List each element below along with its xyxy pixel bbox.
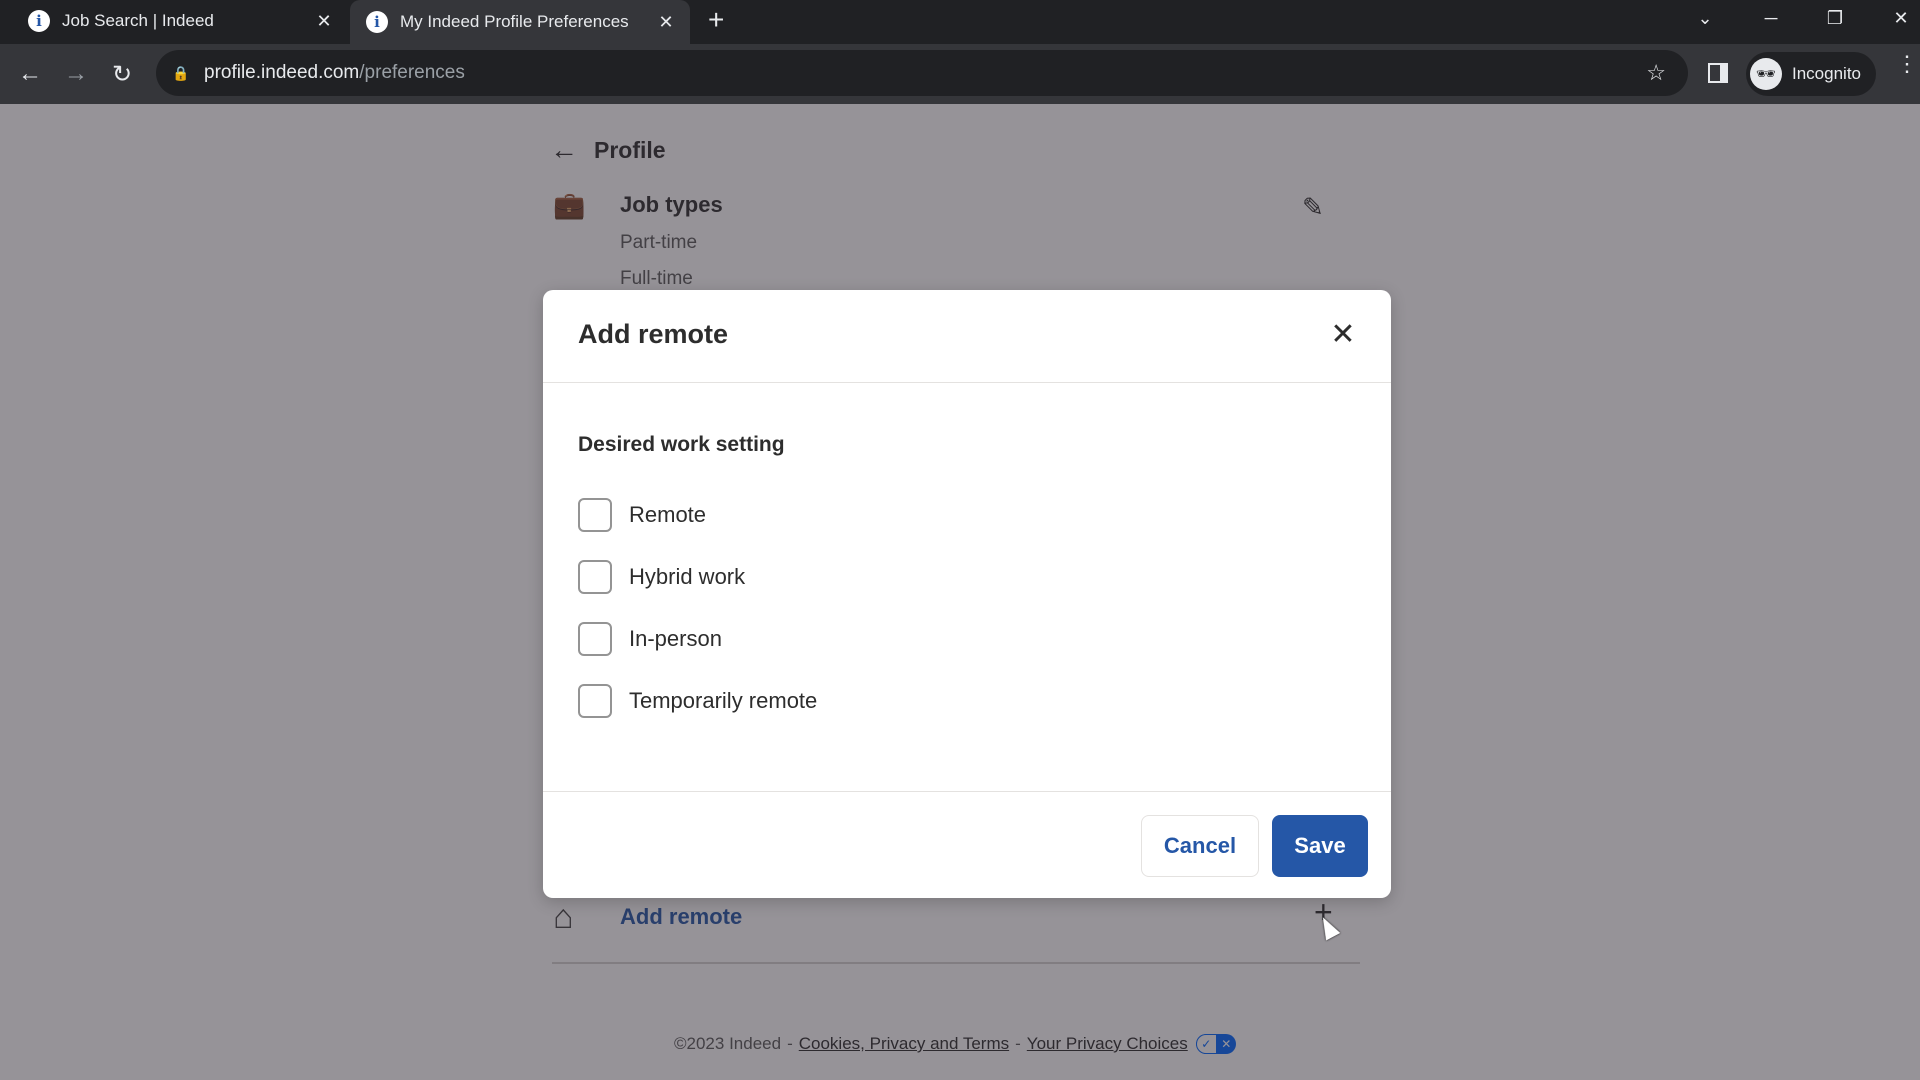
minimize-button[interactable]: ─ [1746, 0, 1796, 36]
incognito-label: Incognito [1792, 64, 1861, 83]
option-remote[interactable]: Remote [578, 498, 706, 532]
indeed-favicon-icon: i [28, 10, 50, 32]
tab-profile-preferences[interactable]: i My Indeed Profile Preferences ✕ [350, 0, 690, 44]
dialog-body: Desired work setting Remote Hybrid work … [543, 383, 1391, 792]
desired-work-setting-label: Desired work setting [578, 433, 785, 456]
browser-menu-icon[interactable]: ⋮ [1896, 53, 1918, 75]
remote-checkbox[interactable] [578, 498, 612, 532]
option-in-person[interactable]: In-person [578, 622, 722, 656]
option-hybrid-work[interactable]: Hybrid work [578, 560, 745, 594]
reload-button[interactable]: ↻ [106, 58, 138, 90]
browser-toolbar: ← → ↻ 🔒 profile.indeed.com/preferences ☆… [0, 44, 1920, 104]
add-remote-dialog: Add remote ✕ Desired work setting Remote… [543, 290, 1391, 898]
back-button[interactable]: ← [14, 58, 46, 90]
tab-search-icon[interactable]: ⌄ [1680, 0, 1730, 36]
option-label: Hybrid work [629, 564, 746, 589]
temporarily-remote-checkbox[interactable] [578, 684, 612, 718]
hybrid-work-checkbox[interactable] [578, 560, 612, 594]
url-path: /preferences [359, 62, 465, 83]
close-tab-icon[interactable]: ✕ [314, 11, 334, 32]
url-text[interactable]: profile.indeed.com/preferences [204, 62, 465, 84]
tab-title: My Indeed Profile Preferences [400, 12, 629, 31]
option-temporarily-remote[interactable]: Temporarily remote [578, 684, 817, 718]
in-person-checkbox[interactable] [578, 622, 612, 656]
forward-button[interactable]: → [60, 58, 92, 90]
bookmark-star-icon[interactable]: ☆ [1646, 60, 1666, 86]
dialog-footer: Cancel Save [543, 792, 1391, 897]
close-tab-icon[interactable]: ✕ [656, 12, 676, 33]
tab-title: Job Search | Indeed [62, 11, 214, 30]
incognito-icon: 🕶 [1750, 58, 1782, 90]
close-dialog-button[interactable]: ✕ [1325, 316, 1361, 352]
save-button[interactable]: Save [1272, 815, 1368, 877]
tab-job-search[interactable]: i Job Search | Indeed ✕ [0, 0, 348, 42]
restore-button[interactable]: ❐ [1810, 0, 1860, 36]
lock-icon[interactable]: 🔒 [172, 65, 194, 82]
tab-bar: i Job Search | Indeed ✕ i My Indeed Prof… [0, 0, 1920, 44]
incognito-profile-button[interactable]: 🕶 Incognito [1746, 52, 1876, 96]
dialog-title: Add remote [578, 319, 729, 349]
option-label: Temporarily remote [629, 688, 818, 713]
page: ← Profile 💼 Job types Part-time Full-tim… [0, 104, 1920, 1080]
side-panel-icon[interactable] [1708, 63, 1728, 83]
address-bar[interactable]: 🔒 profile.indeed.com/preferences ☆ [156, 50, 1688, 96]
option-label: Remote [629, 502, 707, 527]
indeed-favicon-icon: i [366, 11, 388, 33]
dialog-header: Add remote ✕ [543, 290, 1391, 383]
new-tab-button[interactable]: + [708, 4, 724, 36]
cancel-button[interactable]: Cancel [1141, 815, 1259, 877]
url-host: profile.indeed.com [204, 62, 360, 83]
option-label: In-person [629, 626, 722, 651]
window-close-button[interactable]: ✕ [1876, 0, 1920, 36]
